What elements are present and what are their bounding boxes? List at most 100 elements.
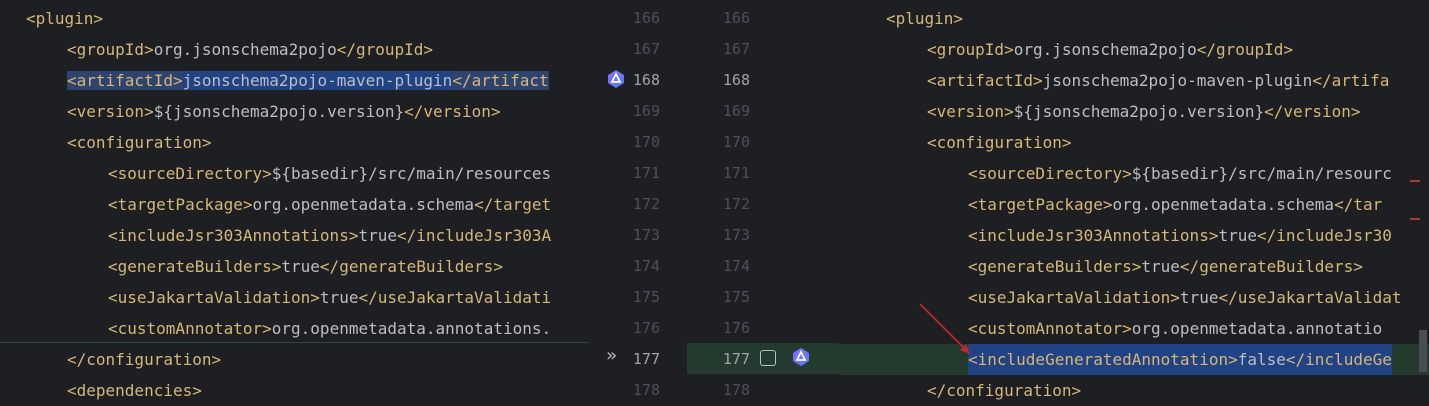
ai-assistant-icon[interactable] bbox=[791, 347, 811, 367]
xml-text: true bbox=[1141, 257, 1180, 276]
left-line-number: 166 bbox=[632, 9, 660, 27]
code-line[interactable]: <groupId>org.jsonschema2pojo</groupId> bbox=[0, 34, 589, 65]
xml-tag: <generateBuilders> bbox=[108, 257, 282, 276]
code-line[interactable]: <plugin> bbox=[839, 3, 1429, 34]
xml-tag: <includeJsr303Annotations> bbox=[108, 226, 359, 245]
code-line-content: <plugin> bbox=[886, 3, 963, 34]
xml-tag: <targetPackage> bbox=[108, 195, 253, 214]
xml-text: ${jsonschema2pojo.version} bbox=[153, 102, 405, 121]
code-line[interactable]: <targetPackage>org.openmetadata.schema</… bbox=[839, 189, 1429, 220]
code-line[interactable]: <targetPackage>org.openmetadata.schema</… bbox=[0, 189, 589, 220]
code-line[interactable]: <sourceDirectory>${basedir}/src/main/res… bbox=[0, 158, 589, 189]
code-line[interactable]: <artifactId>jsonschema2pojo-maven-plugin… bbox=[839, 65, 1429, 96]
code-line-content: <includeJsr303Annotations>true</includeJ… bbox=[108, 220, 551, 251]
xml-text: true bbox=[358, 226, 397, 245]
insert-boundary-line bbox=[0, 342, 589, 343]
double-chevron-right-icon[interactable]: » bbox=[606, 345, 617, 366]
code-line-content: <targetPackage>org.openmetadata.schema</… bbox=[968, 189, 1382, 220]
code-line-content: <groupId>org.jsonschema2pojo</groupId> bbox=[67, 34, 433, 65]
xml-tag: </configuration> bbox=[67, 350, 222, 369]
xml-tag: </includeJsr30 bbox=[1256, 226, 1392, 245]
checkbox-icon[interactable] bbox=[760, 350, 776, 366]
code-line[interactable]: </configuration> bbox=[0, 344, 589, 375]
xml-tag: <artifactId> bbox=[67, 71, 183, 90]
code-line[interactable]: <customAnnotator>org.openmetadata.annota… bbox=[0, 313, 589, 344]
code-line-content: <dependencies> bbox=[67, 375, 202, 404]
left-editor-pane[interactable]: <plugin> <groupId>org.jsonschema2pojo</gr… bbox=[0, 0, 589, 404]
xml-tag: </version> bbox=[404, 102, 501, 121]
left-line-number: 177 bbox=[632, 350, 660, 368]
annotation-arrow-icon bbox=[919, 303, 971, 355]
left-line-number: 176 bbox=[632, 319, 660, 337]
scrollbar-thumb[interactable] bbox=[1419, 330, 1427, 372]
code-line[interactable]: <version>${jsonschema2pojo.version}</ver… bbox=[839, 96, 1429, 127]
code-line-content: <targetPackage>org.openmetadata.schema</… bbox=[108, 189, 551, 220]
right-line-number: 168 bbox=[722, 71, 750, 89]
code-line-content: </configuration> bbox=[927, 375, 1081, 404]
vertical-scrollbar[interactable] bbox=[1417, 0, 1429, 404]
xml-tag: <useJakartaValidation> bbox=[108, 288, 320, 307]
xml-tag: <generateBuilders> bbox=[968, 257, 1142, 276]
xml-text: false bbox=[1237, 350, 1286, 369]
code-line-content: <plugin> bbox=[26, 3, 103, 34]
left-line-number: 172 bbox=[632, 195, 660, 213]
xml-text: org.openmetadata.annotations. bbox=[271, 319, 552, 338]
right-line-number: 176 bbox=[722, 319, 750, 337]
code-line[interactable]: <configuration> bbox=[839, 127, 1429, 158]
right-line-number: 173 bbox=[722, 226, 750, 244]
xml-tag: <includeGeneratedAnnotation> bbox=[968, 350, 1238, 369]
code-line[interactable]: <groupId>org.jsonschema2pojo</groupId> bbox=[839, 34, 1429, 65]
xml-tag: </generateBuilders> bbox=[319, 257, 503, 276]
code-line-content: <useJakartaValidation>true</useJakartaVa… bbox=[968, 282, 1401, 313]
code-line[interactable]: <generateBuilders>true</generateBuilders… bbox=[0, 251, 589, 282]
xml-tag: </useJakartaValidat bbox=[1218, 288, 1402, 307]
code-line-content: <version>${jsonschema2pojo.version}</ver… bbox=[927, 96, 1360, 127]
xml-text: ${basedir}/src/main/resourc bbox=[1131, 164, 1392, 183]
code-line-content: </configuration> bbox=[67, 344, 221, 375]
code-line[interactable]: <version>${jsonschema2pojo.version}</ver… bbox=[0, 96, 589, 127]
xml-tag: </includeGe bbox=[1285, 350, 1392, 369]
xml-tag: <dependencies> bbox=[67, 381, 202, 400]
xml-tag: <sourceDirectory> bbox=[968, 164, 1132, 183]
xml-text: ${jsonschema2pojo.version} bbox=[1013, 102, 1265, 121]
code-line[interactable]: <dependencies> bbox=[0, 375, 589, 404]
xml-tag: </version> bbox=[1264, 102, 1361, 121]
code-line-content: <includeGeneratedAnnotation>false</inclu… bbox=[968, 344, 1392, 375]
xml-tag: </tar bbox=[1334, 195, 1383, 214]
right-line-number: 166 bbox=[722, 9, 750, 27]
xml-text: org.jsonschema2pojo bbox=[1013, 40, 1197, 59]
xml-text: true bbox=[1218, 226, 1257, 245]
xml-tag: </useJakartaValidati bbox=[358, 288, 552, 307]
xml-tag: <configuration> bbox=[927, 133, 1072, 152]
right-line-number: 174 bbox=[722, 257, 750, 275]
code-line[interactable]: <useJakartaValidation>true</useJakartaVa… bbox=[0, 282, 589, 313]
xml-tag: </target bbox=[474, 195, 552, 214]
left-line-number: 168 bbox=[632, 71, 660, 89]
xml-tag: </groupId> bbox=[1196, 40, 1294, 59]
error-stripe-mark bbox=[1410, 218, 1420, 220]
code-line-content: <artifactId>jsonschema2pojo-maven-plugin… bbox=[927, 65, 1389, 96]
xml-tag: <targetPackage> bbox=[968, 195, 1113, 214]
code-line[interactable]: <includeJsr303Annotations>true</includeJ… bbox=[0, 220, 589, 251]
left-line-number: 167 bbox=[632, 40, 660, 58]
xml-text: jsonschema2pojo-maven-plugin bbox=[1042, 71, 1313, 90]
code-line[interactable]: <plugin> bbox=[0, 3, 589, 34]
xml-text: ${basedir}/src/main/resources bbox=[271, 164, 552, 183]
code-line-content: <customAnnotator>org.openmetadata.annota… bbox=[108, 313, 551, 344]
right-line-number: 169 bbox=[722, 102, 750, 120]
code-line[interactable]: <includeJsr303Annotations>true</includeJ… bbox=[839, 220, 1429, 251]
code-line[interactable]: <artifactId>jsonschema2pojo-maven-plugin… bbox=[0, 65, 589, 96]
code-line-content: <sourceDirectory>${basedir}/src/main/res… bbox=[108, 158, 551, 189]
xml-text: true bbox=[281, 257, 320, 276]
right-line-number: 175 bbox=[722, 288, 750, 306]
left-line-number: 173 bbox=[632, 226, 660, 244]
right-line-number: 177 bbox=[722, 350, 750, 368]
code-line[interactable]: <generateBuilders>true</generateBuilders… bbox=[839, 251, 1429, 282]
code-line[interactable]: <configuration> bbox=[0, 127, 589, 158]
xml-text: org.openmetadata.annotatio bbox=[1131, 319, 1383, 338]
code-line[interactable]: </configuration> bbox=[839, 375, 1429, 404]
xml-tag: <plugin> bbox=[26, 9, 104, 28]
error-stripe-mark bbox=[1410, 180, 1420, 182]
left-line-number: 175 bbox=[632, 288, 660, 306]
code-line[interactable]: <sourceDirectory>${basedir}/src/main/res… bbox=[839, 158, 1429, 189]
